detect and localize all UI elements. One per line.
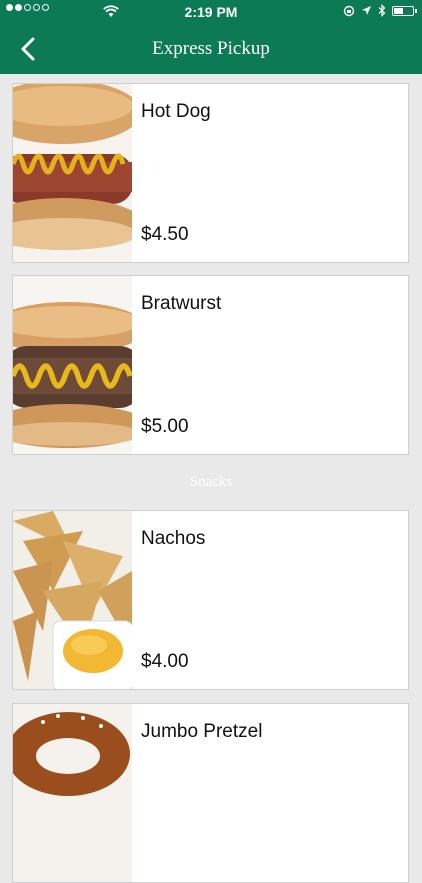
bratwurst-image [13,276,132,454]
section-header-snacks: Snacks [189,474,233,490]
item-name: Hot Dog [141,101,211,122]
battery-icon [392,5,417,16]
item-price: $4.00 [141,651,189,672]
rotation-lock-icon [343,5,355,16]
hot-dog-image [13,84,132,262]
bluetooth-icon [378,4,386,17]
navigation-bar: Express Pickup [0,24,422,74]
item-name: Bratwurst [141,293,222,314]
item-price: $5.00 [141,416,189,437]
item-price: $4.50 [141,224,189,245]
location-arrow-icon [362,6,371,15]
menu-item-jumbo-pretzel[interactable]: Jumbo Pretzel [12,703,409,883]
menu-item-nachos[interactable]: Nachos $4.00 [12,510,409,690]
menu-item-hot-dog[interactable]: Hot Dog $4.50 [12,83,409,263]
status-right-icons [343,4,417,17]
pretzel-image [13,704,132,882]
nachos-image [13,511,132,689]
item-name: Jumbo Pretzel [141,721,263,742]
status-bar: 2:19 PM [0,0,422,24]
menu-item-bratwurst[interactable]: Bratwurst $5.00 [12,275,409,455]
item-name: Nachos [141,528,206,549]
page-title: Express Pickup [152,38,270,59]
